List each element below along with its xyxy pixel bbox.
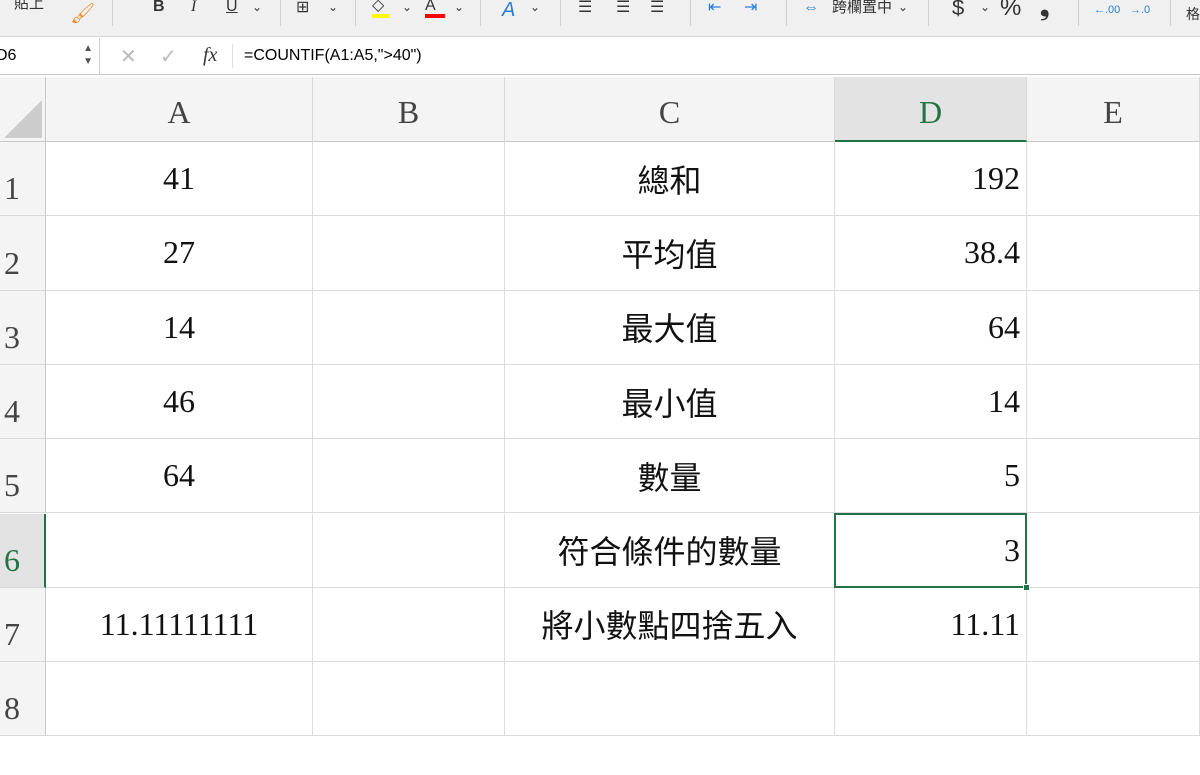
- cell-A5[interactable]: 64: [46, 439, 313, 514]
- select-all-corner[interactable]: [0, 77, 46, 142]
- chevron-down-icon[interactable]: ⌄: [402, 0, 412, 17]
- italic-button[interactable]: I: [191, 0, 196, 17]
- cell-D5[interactable]: 5: [835, 439, 1027, 514]
- row-header-5[interactable]: 5: [0, 439, 46, 514]
- cell-B2[interactable]: [313, 216, 505, 291]
- cell-E8[interactable]: [1027, 662, 1200, 737]
- name-box[interactable]: D6 ▲ ▼: [0, 38, 100, 74]
- function-icon[interactable]: fx: [203, 44, 217, 67]
- stepper-icon[interactable]: ▲ ▼: [83, 38, 93, 68]
- cell-A1[interactable]: 41: [46, 142, 313, 217]
- cell-B1[interactable]: [313, 142, 505, 217]
- cell-B4[interactable]: [313, 364, 505, 440]
- cell-C5[interactable]: 數量: [505, 439, 835, 514]
- decrease-decimal-icon[interactable]: →.0: [1130, 0, 1150, 20]
- cell-C4[interactable]: 最小值: [505, 364, 835, 440]
- underline-button[interactable]: U: [226, 0, 238, 17]
- column-header-C[interactable]: C: [505, 77, 835, 142]
- font-color-label: A: [425, 0, 436, 14]
- formula-input[interactable]: =COUNTIF(A1:A5,">40"): [244, 47, 422, 65]
- cell-B8[interactable]: [313, 662, 505, 737]
- align-center-icon[interactable]: ☰: [616, 0, 630, 18]
- cell-C8[interactable]: [505, 662, 835, 737]
- currency-button[interactable]: $: [952, 0, 964, 19]
- cell-D2[interactable]: 38.4: [835, 216, 1027, 291]
- increase-indent-icon[interactable]: ⇥: [744, 0, 757, 18]
- format-painter-icon[interactable]: 🖌: [70, 4, 95, 24]
- cell-E4[interactable]: [1027, 364, 1200, 440]
- paste-button[interactable]: 貼上: [14, 0, 44, 14]
- cell-A8[interactable]: [46, 662, 313, 737]
- cell-E1[interactable]: [1027, 142, 1200, 217]
- cell-A7[interactable]: 11.11111111: [46, 587, 313, 663]
- chevron-down-icon[interactable]: ⌄: [898, 0, 908, 17]
- bold-button[interactable]: B: [153, 0, 165, 17]
- chevron-down-icon[interactable]: ⌄: [252, 0, 262, 17]
- cell-A3[interactable]: 14: [46, 290, 313, 365]
- column-header-E[interactable]: E: [1027, 77, 1200, 142]
- borders-icon[interactable]: ⊞: [296, 0, 309, 18]
- fill-handle[interactable]: [1023, 583, 1030, 591]
- name-box-value: D6: [0, 47, 17, 64]
- cell-C2[interactable]: 平均值: [505, 216, 835, 291]
- format-button[interactable]: 格: [1186, 4, 1200, 24]
- chevron-down-icon[interactable]: ⌄: [980, 0, 990, 17]
- cell-E7[interactable]: [1027, 587, 1200, 663]
- chevron-down-icon[interactable]: ⌄: [454, 0, 464, 17]
- cell-E3[interactable]: [1027, 290, 1200, 365]
- merge-center-button[interactable]: 跨欄置中: [832, 0, 892, 18]
- decrease-indent-icon[interactable]: ⇤: [708, 0, 721, 18]
- cell-B6[interactable]: [313, 513, 505, 588]
- increase-decimal-icon[interactable]: ←.00: [1094, 0, 1120, 20]
- cell-C7[interactable]: 將小數點四捨五入: [505, 587, 835, 663]
- cell-D4[interactable]: 14: [835, 364, 1027, 440]
- font-color-button[interactable]: A: [425, 0, 445, 18]
- row-header-3[interactable]: 3: [0, 290, 46, 365]
- cell-D1[interactable]: 192: [835, 142, 1027, 217]
- cell-A6[interactable]: [46, 513, 313, 588]
- row-header-2[interactable]: 2: [0, 216, 46, 291]
- cell-A4[interactable]: 46: [46, 364, 313, 440]
- row-header-1[interactable]: 1: [0, 142, 46, 217]
- column-header-B[interactable]: B: [313, 77, 505, 142]
- text-styles-icon[interactable]: A: [502, 0, 515, 20]
- row-header-4[interactable]: 4: [0, 364, 46, 440]
- cell-A2[interactable]: 27: [46, 216, 313, 291]
- cell-D3[interactable]: 64: [835, 290, 1027, 365]
- column-header-D[interactable]: D: [835, 77, 1027, 142]
- cell-D7[interactable]: 11.11: [835, 587, 1027, 663]
- align-right-icon[interactable]: ☰: [650, 0, 664, 18]
- selected-cell-outline: [834, 512, 1030, 591]
- cell-B7[interactable]: [313, 587, 505, 663]
- cell-D8[interactable]: [835, 662, 1027, 737]
- row-header-6[interactable]: 6: [0, 513, 46, 588]
- row-header-8[interactable]: 8: [0, 662, 46, 737]
- cell-B5[interactable]: [313, 439, 505, 514]
- cell-C6[interactable]: 符合條件的數量: [505, 513, 835, 588]
- align-left-icon[interactable]: ☰: [578, 0, 592, 18]
- ribbon-toolbar: 貼上 🖌 B I U ⌄ ⊞ ⌄ ◇ ⌄ A ⌄ A ⌄ ☰ ☰ ☰ ⇤ ⇥ ⇔…: [0, 0, 1200, 37]
- merge-icon[interactable]: ⇔: [803, 0, 819, 18]
- column-header-A[interactable]: A: [46, 77, 313, 142]
- comma-button[interactable]: ❟: [1040, 0, 1049, 20]
- cell-E5[interactable]: [1027, 439, 1200, 514]
- confirm-icon[interactable]: ✓: [160, 44, 177, 69]
- cell-B3[interactable]: [313, 290, 505, 365]
- cell-C3[interactable]: 最大值: [505, 290, 835, 365]
- cell-E2[interactable]: [1027, 216, 1200, 291]
- chevron-down-icon[interactable]: ⌄: [328, 0, 338, 17]
- fill-color-icon[interactable]: ◇: [372, 0, 390, 18]
- percent-button[interactable]: %: [1000, 0, 1021, 20]
- formula-bar: D6 ▲ ▼ ✕ ✓ fx =COUNTIF(A1:A5,">40"): [0, 38, 1200, 75]
- cell-C1[interactable]: 總和: [505, 142, 835, 217]
- cancel-icon[interactable]: ✕: [120, 44, 137, 69]
- chevron-down-icon[interactable]: ⌄: [530, 0, 540, 17]
- cell-E6[interactable]: [1027, 513, 1200, 588]
- row-header-7[interactable]: 7: [0, 587, 46, 663]
